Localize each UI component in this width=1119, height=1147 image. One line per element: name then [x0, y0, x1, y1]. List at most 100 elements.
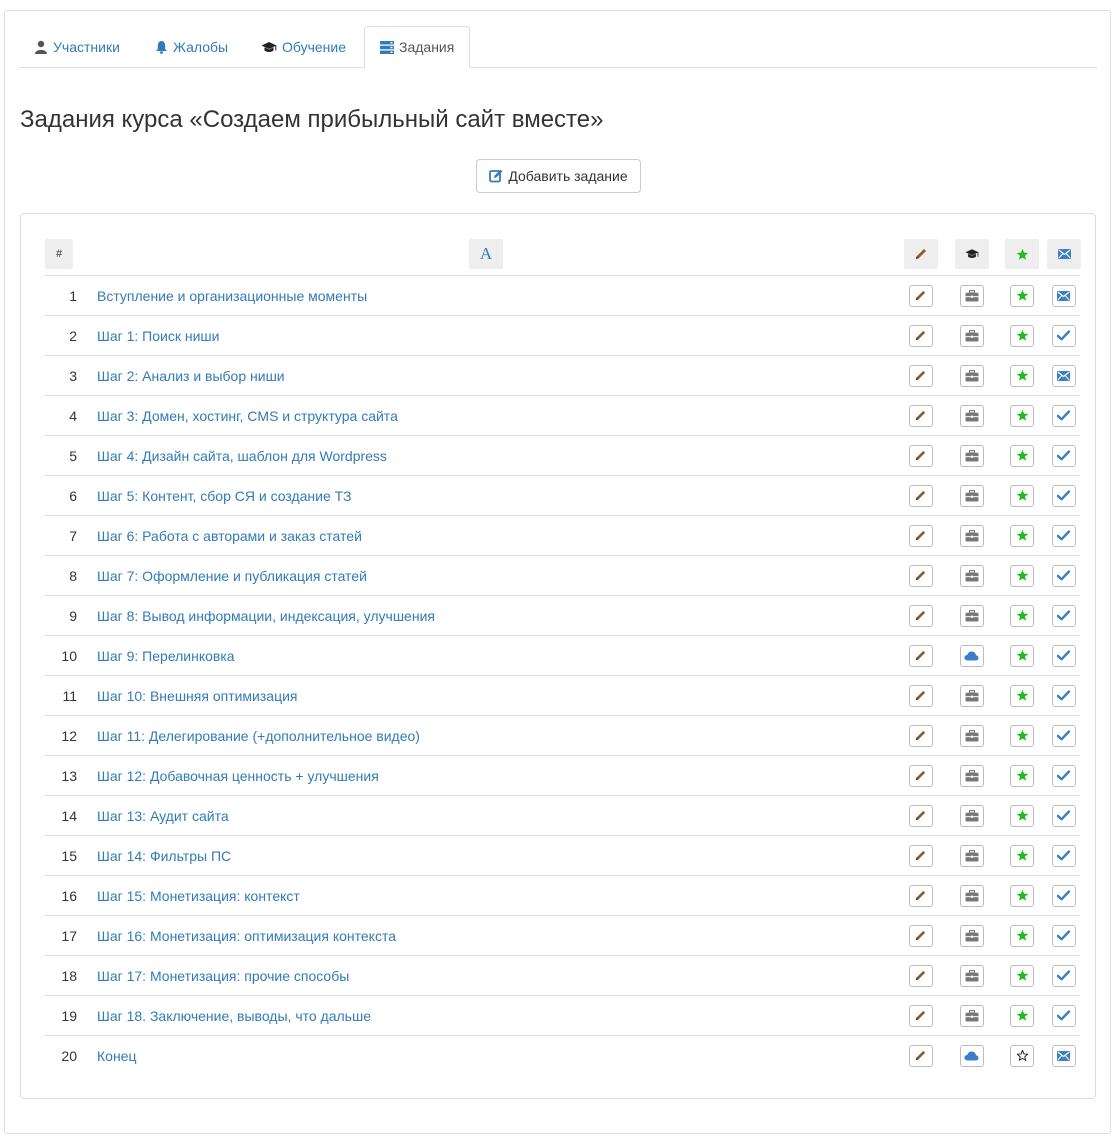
task-link[interactable]: Шаг 14: Фильтры ПС	[97, 848, 231, 864]
task-type-button[interactable]	[959, 844, 984, 867]
task-type-button[interactable]	[959, 1044, 984, 1067]
status-button[interactable]	[1051, 324, 1076, 347]
tab-participants[interactable]: Участники	[19, 26, 135, 68]
task-link[interactable]: Шаг 13: Аудит сайта	[97, 808, 229, 824]
task-type-button[interactable]	[959, 444, 984, 467]
status-button[interactable]	[1051, 404, 1076, 427]
task-link[interactable]: Шаг 10: Внешняя оптимизация	[97, 688, 298, 704]
edit-button[interactable]	[908, 524, 933, 547]
edit-button[interactable]	[908, 724, 933, 747]
task-link[interactable]: Шаг 16: Монетизация: оптимизация контекс…	[97, 928, 396, 944]
status-button[interactable]	[1051, 764, 1076, 787]
task-link[interactable]: Вступление и организационные моменты	[97, 288, 367, 304]
tab-training[interactable]: Обучение	[246, 26, 361, 68]
edit-button[interactable]	[908, 884, 933, 907]
task-link[interactable]: Шаг 3: Домен, хостинг, CMS и структура с…	[97, 408, 398, 424]
status-button[interactable]	[1051, 964, 1076, 987]
status-button[interactable]	[1051, 284, 1076, 307]
star-button[interactable]	[1010, 884, 1034, 907]
star-button[interactable]	[1010, 804, 1034, 827]
star-button[interactable]	[1010, 564, 1034, 587]
task-link[interactable]: Шаг 2: Анализ и выбор ниши	[97, 368, 285, 384]
status-button[interactable]	[1051, 564, 1076, 587]
task-type-button[interactable]	[959, 924, 984, 947]
star-button[interactable]	[1010, 1004, 1034, 1027]
star-button[interactable]	[1010, 764, 1034, 787]
edit-button[interactable]	[908, 764, 933, 787]
star-button[interactable]	[1010, 604, 1034, 627]
task-type-button[interactable]	[959, 764, 984, 787]
status-button[interactable]	[1051, 724, 1076, 747]
task-type-button[interactable]	[959, 644, 984, 667]
status-button[interactable]	[1051, 884, 1076, 907]
task-link[interactable]: Шаг 7: Оформление и публикация статей	[97, 568, 367, 584]
task-type-button[interactable]	[959, 364, 984, 387]
edit-button[interactable]	[908, 964, 933, 987]
task-link[interactable]: Шаг 17: Монетизация: прочие способы	[97, 968, 349, 984]
task-link[interactable]: Шаг 6: Работа с авторами и заказ статей	[97, 528, 362, 544]
star-button[interactable]	[1010, 364, 1034, 387]
task-link[interactable]: Шаг 18. Заключение, выводы, что дальше	[97, 1008, 371, 1024]
status-button[interactable]	[1051, 444, 1076, 467]
star-button[interactable]	[1010, 844, 1034, 867]
tab-tasks[interactable]: Задания	[364, 26, 470, 68]
task-type-button[interactable]	[959, 564, 984, 587]
edit-button[interactable]	[908, 644, 933, 667]
edit-button[interactable]	[908, 484, 933, 507]
edit-button[interactable]	[908, 324, 933, 347]
star-button[interactable]	[1010, 724, 1034, 747]
task-type-button[interactable]	[959, 684, 984, 707]
edit-button[interactable]	[908, 444, 933, 467]
edit-button[interactable]	[908, 284, 933, 307]
task-type-button[interactable]	[959, 524, 984, 547]
task-type-button[interactable]	[959, 724, 984, 747]
task-type-button[interactable]	[959, 324, 984, 347]
status-button[interactable]	[1051, 644, 1076, 667]
star-button[interactable]	[1010, 684, 1034, 707]
task-link[interactable]: Шаг 8: Вывод информации, индексация, улу…	[97, 608, 435, 624]
status-button[interactable]	[1051, 484, 1076, 507]
star-button[interactable]	[1010, 644, 1034, 667]
add-task-button[interactable]: Добавить задание	[476, 159, 641, 193]
edit-button[interactable]	[908, 924, 933, 947]
edit-button[interactable]	[908, 564, 933, 587]
task-link[interactable]: Шаг 5: Контент, сбор СЯ и создание ТЗ	[97, 488, 352, 504]
status-button[interactable]	[1051, 364, 1076, 387]
task-type-button[interactable]	[959, 284, 984, 307]
task-link[interactable]: Конец	[97, 1048, 136, 1064]
tab-complaints[interactable]: Жалобы	[140, 26, 243, 68]
star-button[interactable]	[1010, 444, 1034, 467]
edit-button[interactable]	[908, 844, 933, 867]
edit-button[interactable]	[908, 684, 933, 707]
task-link[interactable]: Шаг 11: Делегирование (+дополнительное в…	[97, 728, 420, 744]
status-button[interactable]	[1051, 1044, 1076, 1067]
status-button[interactable]	[1051, 604, 1076, 627]
star-button[interactable]	[1010, 404, 1034, 427]
star-button[interactable]	[1010, 964, 1034, 987]
edit-button[interactable]	[908, 404, 933, 427]
status-button[interactable]	[1051, 1004, 1076, 1027]
task-link[interactable]: Шаг 4: Дизайн сайта, шаблон для Wordpres…	[97, 448, 387, 464]
star-button[interactable]	[1010, 284, 1034, 307]
task-link[interactable]: Шаг 12: Добавочная ценность + улучшения	[97, 768, 379, 784]
status-button[interactable]	[1051, 844, 1076, 867]
star-button[interactable]	[1010, 484, 1034, 507]
edit-button[interactable]	[908, 1004, 933, 1027]
edit-button[interactable]	[908, 804, 933, 827]
task-type-button[interactable]	[959, 804, 984, 827]
task-type-button[interactable]	[959, 884, 984, 907]
task-type-button[interactable]	[959, 484, 984, 507]
star-button[interactable]	[1010, 924, 1034, 947]
status-button[interactable]	[1051, 804, 1076, 827]
task-link[interactable]: Шаг 15: Монетизация: контекст	[97, 888, 300, 904]
status-button[interactable]	[1051, 524, 1076, 547]
status-button[interactable]	[1051, 924, 1076, 947]
task-type-button[interactable]	[959, 964, 984, 987]
status-button[interactable]	[1051, 684, 1076, 707]
edit-button[interactable]	[908, 1044, 933, 1067]
task-link[interactable]: Шаг 9: Перелинковка	[97, 648, 235, 664]
task-link[interactable]: Шаг 1: Поиск ниши	[97, 328, 219, 344]
task-type-button[interactable]	[959, 1004, 984, 1027]
task-type-button[interactable]	[959, 404, 984, 427]
edit-button[interactable]	[908, 604, 933, 627]
